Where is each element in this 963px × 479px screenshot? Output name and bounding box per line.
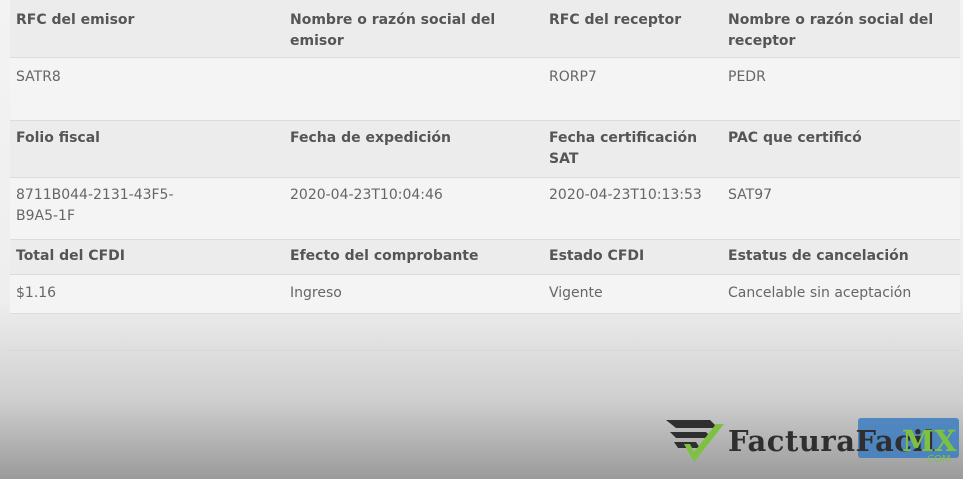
table-header-row: Folio fiscal Fecha de expedición Fecha c… <box>10 121 960 178</box>
header-rfc-receptor: RFC del receptor <box>549 12 682 28</box>
header-pac: PAC que certificó <box>728 130 862 146</box>
value-folio-fiscal: 8711B044-2131-43F5-B9A5-1F <box>16 187 174 224</box>
value-nombre-receptor: PEDR <box>728 69 766 85</box>
header-total-cfdi: Total del CFDI <box>16 248 125 264</box>
value-efecto: Ingreso <box>290 285 342 301</box>
value-total-cfdi: $1.16 <box>16 285 57 301</box>
value-pac: SAT97 <box>728 187 773 203</box>
header-estatus-cancelacion: Estatus de cancelación <box>728 248 909 264</box>
header-fecha-certificacion: Fecha certificación SAT <box>549 130 698 167</box>
header-estado: Estado CFDI <box>549 248 645 264</box>
facturafacil-logo: FacturaFacil MX .COM <box>666 418 957 468</box>
table-row: SATR8 RORP7 PEDR <box>10 58 960 121</box>
value-rfc-receptor: RORP7 <box>549 69 597 85</box>
header-rfc-emisor: RFC del emisor <box>16 12 135 28</box>
header-nombre-emisor: Nombre o razón social del emisor <box>290 12 496 49</box>
value-fecha-certificacion: 2020-04-23T10:13:53 <box>549 187 702 203</box>
header-folio-fiscal: Folio fiscal <box>16 130 100 146</box>
table-row: $1.16 Ingreso Vigente Cancelable sin ace… <box>10 275 960 314</box>
logo-mx-text: MX <box>902 424 957 458</box>
table-row: 8711B044-2131-43F5-B9A5-1F 2020-04-23T10… <box>10 178 960 240</box>
header-efecto: Efecto del comprobante <box>290 248 479 264</box>
value-estatus-cancelacion: Cancelable sin aceptación <box>728 285 912 301</box>
value-rfc-emisor: SATR8 <box>16 69 61 85</box>
header-fecha-expedicion: Fecha de expedición <box>290 130 452 146</box>
logo-domain-text: .COM <box>924 454 951 465</box>
value-fecha-expedicion: 2020-04-23T10:04:46 <box>290 187 443 203</box>
value-estado: Vigente <box>549 285 603 301</box>
table-header-row: Total del CFDI Efecto del comprobante Es… <box>10 240 960 275</box>
logo-mark-icon <box>666 420 724 462</box>
header-nombre-receptor: Nombre o razón social del receptor <box>728 12 934 49</box>
divider <box>10 350 960 351</box>
table-header-row: RFC del emisor Nombre o razón social del… <box>10 0 960 58</box>
